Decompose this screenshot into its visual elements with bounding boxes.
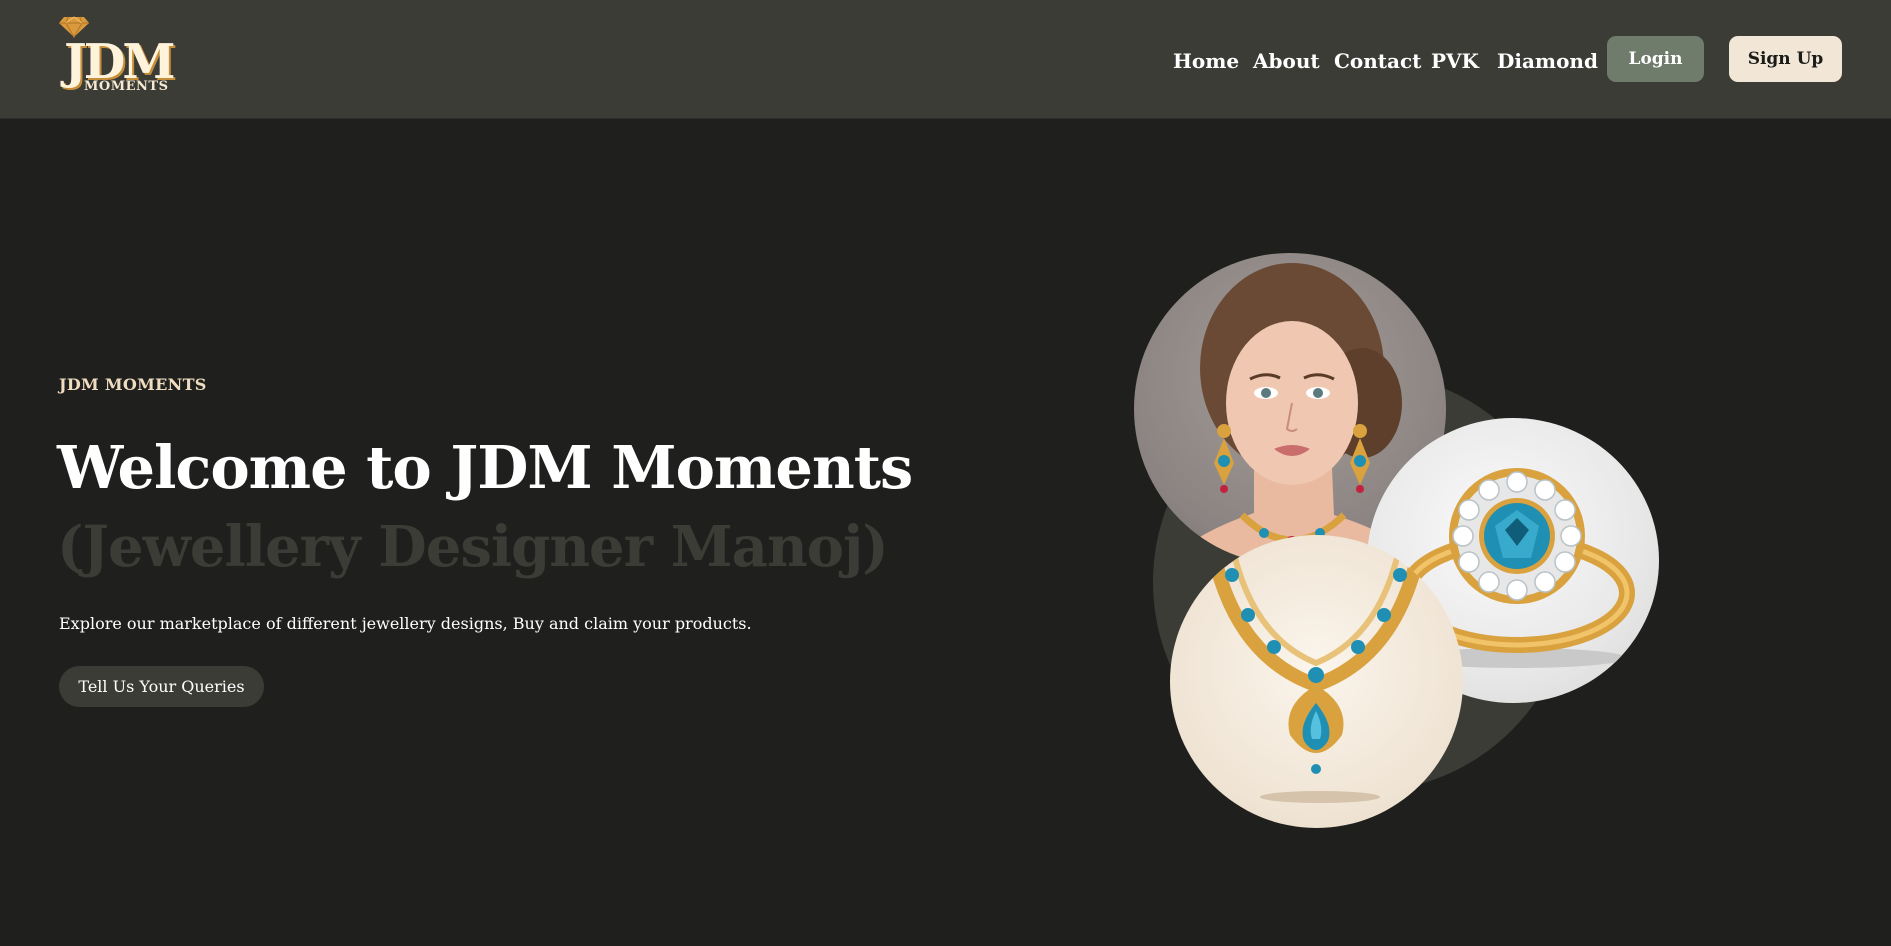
hero-eyebrow: JDM MOMENTS xyxy=(59,375,207,394)
nav-home[interactable]: Home xyxy=(1173,44,1239,78)
queries-button[interactable]: Tell Us Your Queries xyxy=(59,666,264,707)
brand-logo[interactable]: JDM MOMENTS xyxy=(58,16,175,98)
hero-description: Explore our marketplace of different jew… xyxy=(59,614,752,633)
login-button[interactable]: Login xyxy=(1607,36,1704,82)
signup-button[interactable]: Sign Up xyxy=(1729,36,1842,82)
nav-contact[interactable]: Contact xyxy=(1334,44,1421,78)
logo-tagline: MOMENTS xyxy=(84,79,169,94)
nav-diamond[interactable]: Diamond xyxy=(1497,44,1598,78)
necklace-image xyxy=(1170,535,1463,828)
site-header: JDM MOMENTS Home About Contact PVK Diamo… xyxy=(0,0,1891,119)
nav-pvk[interactable]: PVK xyxy=(1431,44,1479,78)
hero-title: Welcome to JDM Moments xyxy=(57,433,913,502)
nav-about[interactable]: About xyxy=(1253,44,1320,78)
hero-subtitle: (Jewellery Designer Manoj) xyxy=(57,514,889,580)
